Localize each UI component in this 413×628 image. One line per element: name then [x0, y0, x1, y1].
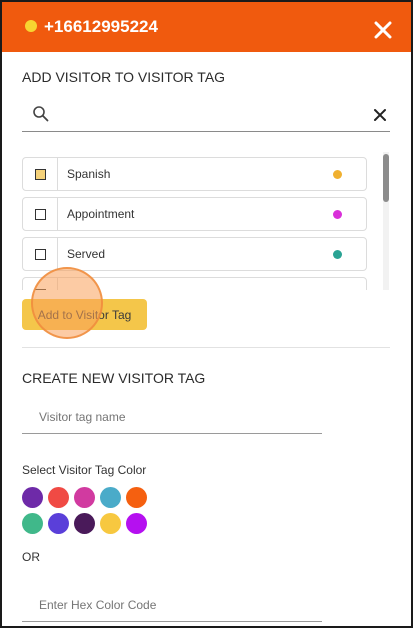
tag-checkbox[interactable] [35, 209, 46, 220]
tag-color-dot [333, 250, 342, 259]
tag-search-input[interactable] [60, 102, 364, 128]
tag-color-dot [333, 170, 342, 179]
add-tag-section-title: ADD VISITOR TO VISITOR TAG [22, 69, 226, 85]
visitor-tag-panel: +16612995224 ADD VISITOR TO VISITOR TAG … [0, 0, 413, 628]
tag-row-appointment[interactable]: Appointment [22, 197, 367, 231]
search-underline [22, 131, 390, 132]
tag-name-input[interactable] [22, 400, 322, 434]
tag-check-cell [23, 158, 58, 190]
tag-row-partial[interactable] [22, 277, 367, 290]
tag-checkbox[interactable] [35, 169, 46, 180]
close-icon[interactable] [373, 20, 393, 40]
tag-label: Appointment [67, 207, 135, 221]
panel-header: +16612995224 [2, 2, 411, 52]
create-tag-section-title: CREATE NEW VISITOR TAG [22, 370, 206, 386]
color-swatch[interactable] [22, 513, 43, 534]
tag-label: Served [67, 247, 106, 261]
hex-color-input[interactable] [22, 588, 322, 622]
tag-check-cell [23, 278, 58, 290]
tag-row-served[interactable]: Served [22, 237, 367, 271]
section-divider [22, 347, 390, 348]
status-dot-icon [25, 20, 37, 32]
tag-label: Spanish [67, 167, 111, 181]
color-select-label: Select Visitor Tag Color [22, 463, 147, 477]
color-swatch[interactable] [100, 513, 121, 534]
tag-color-dot [333, 210, 342, 219]
color-swatch[interactable] [74, 513, 95, 534]
visitor-phone-number: +16612995224 [44, 17, 158, 36]
tag-check-cell [23, 238, 58, 270]
search-icon [33, 106, 49, 122]
tag-checkbox[interactable] [35, 289, 46, 290]
tag-check-cell [23, 198, 58, 230]
tag-row-spanish[interactable]: Spanish [22, 157, 367, 191]
color-swatch[interactable] [48, 487, 69, 508]
tag-checkbox[interactable] [35, 249, 46, 260]
add-to-visitor-tag-button[interactable]: Add to Visitor Tag [22, 299, 147, 330]
color-swatch[interactable] [74, 487, 95, 508]
color-swatch[interactable] [100, 487, 121, 508]
tag-list-scrollbar-thumb[interactable] [383, 154, 389, 202]
color-swatch[interactable] [22, 487, 43, 508]
color-swatch[interactable] [126, 513, 147, 534]
clear-search-icon[interactable] [373, 108, 387, 122]
color-swatch[interactable] [126, 487, 147, 508]
or-label: OR [22, 550, 40, 564]
color-swatch[interactable] [48, 513, 69, 534]
tag-list: Spanish Appointment Served [22, 152, 382, 290]
